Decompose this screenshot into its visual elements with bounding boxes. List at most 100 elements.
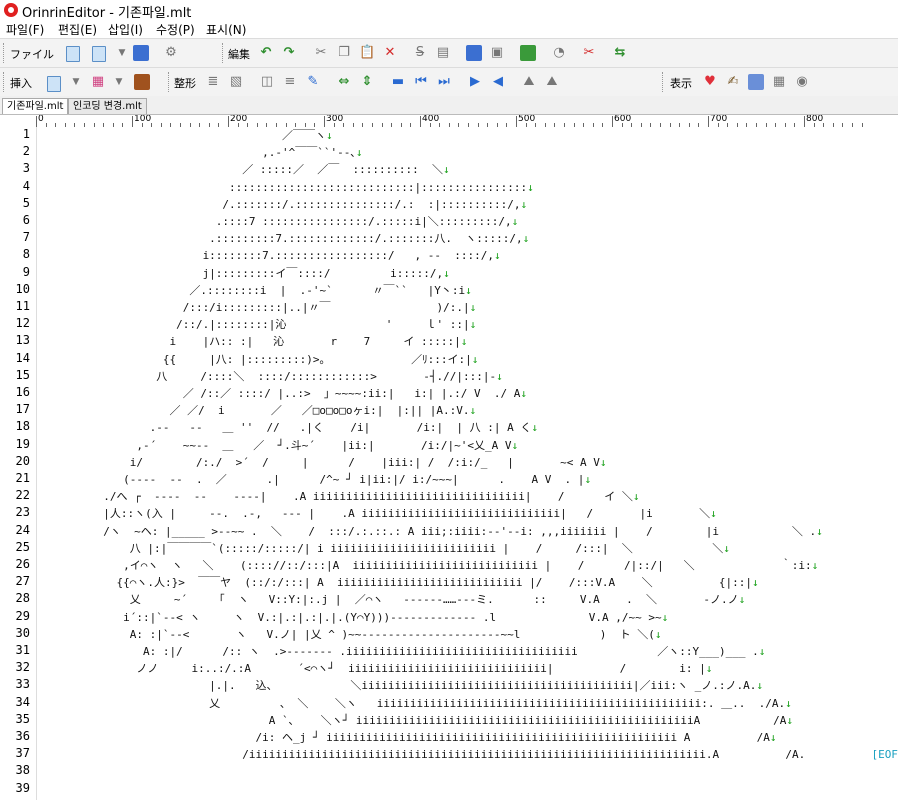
text-line[interactable]: ,-´ ~~‐- ＿ ／ ┘.斗~´ |ii:| /i:/|~'<乂_A V↓ xyxy=(37,437,518,454)
color-grid-icon[interactable]: ▦ xyxy=(90,74,106,90)
text-line[interactable]: A `､ ＼ヽ┘ iiiiiiiiiiiiiiiiiiiiiiiiiiiiiii… xyxy=(37,712,793,729)
text-line[interactable]: ／.::::::::i | .-'~` 〃￣`` |Y丶:i↓ xyxy=(37,282,471,299)
cube-icon[interactable]: ▣ xyxy=(489,45,505,61)
redo-icon[interactable]: ↷ xyxy=(281,45,297,61)
strikethrough-icon[interactable]: S xyxy=(412,45,428,61)
select-all-icon[interactable] xyxy=(466,45,482,61)
text-line[interactable]: ／ ／/ i ／ ／□o□o□oヶi:| |:|| |A.:V.↓ xyxy=(37,402,476,419)
insert-page-icon[interactable] xyxy=(47,76,61,92)
ascii-art-editor[interactable]: ／￣￣ヽ↓ ,.‐'^￣￣``'‐-､↓ ／ :::::／ ／￣ :::::::… xyxy=(37,127,898,800)
vertical-arrows-icon[interactable]: ⇕ xyxy=(359,74,375,90)
text-line[interactable]: i |ハ:: :| 沁 r 7 イ :::::|↓ xyxy=(37,333,467,350)
line-number: 23 xyxy=(15,505,30,520)
text-line[interactable]: ／￣￣ヽ↓ xyxy=(37,127,333,144)
line-text: (‐-‐- ‐- . ／ .| /^~ ┘ i|ii:|/ i:/~~~| . … xyxy=(37,473,585,486)
paste-icon[interactable]: 📋 xyxy=(359,45,375,61)
transfer-icon[interactable]: ⇆ xyxy=(612,45,628,61)
justify-icon[interactable]: ≡ xyxy=(282,74,298,90)
line-text: A `､ ＼ヽ┘ iiiiiiiiiiiiiiiiiiiiiiiiiiiiiii… xyxy=(37,713,787,727)
play-right-icon[interactable]: ▶ xyxy=(467,74,483,90)
toolbar-grip[interactable] xyxy=(3,72,7,92)
new-file-icon[interactable] xyxy=(66,46,80,62)
window-icon[interactable] xyxy=(748,74,764,90)
text-line[interactable]: {{⌒ヽ.人:}> ￣￣ヤ (::/:/:::| A iiiiiiiiiiiii… xyxy=(37,574,758,591)
line-number: 19 xyxy=(15,436,30,451)
play-left-icon[interactable]: ◀ xyxy=(490,74,506,90)
frame-icon[interactable]: ▧ xyxy=(228,74,244,90)
text-line[interactable]: i::::::::7.:::::::::::::::::/ , ‐- ::::/… xyxy=(37,247,501,264)
line-number: 36 xyxy=(15,729,30,743)
text-line[interactable]: 乂 、 ＼ ＼ヽ iiiiiiiiiiiiiiiiiiiiiiiiiiiiiii… xyxy=(37,695,792,712)
text-line[interactable]: ／ /::／ ::::/ |..:> 」~~~~:ii:| i:| |.:/ V… xyxy=(37,385,527,402)
prev-icon[interactable]: ⏮ xyxy=(413,74,429,90)
text-line[interactable]: /::/.|::::::::|沁 ' ｌ' ::|↓ xyxy=(37,316,476,333)
toolbar-grip[interactable] xyxy=(222,43,226,63)
text-line[interactable]: 乂 ~´ 「 ヽ V::Y:|:.j | ／⌒ヽ ‐-‐-‐-……‐‐‐ミ. :… xyxy=(37,591,746,608)
menu-file[interactable]: 파일(F) xyxy=(6,21,44,38)
text-line[interactable]: /i: ヘ_j ┘ iiiiiiiiiiiiiiiiiiiiiiiiiiiiii… xyxy=(37,729,777,746)
text-line[interactable]: i/ /:./ >´ / | / |iii:| / /:i:/_ | ~< A … xyxy=(37,454,607,471)
line-text: ／ /::／ ::::/ |..:> 」~~~~:ii:| i:| |.:/ V… xyxy=(37,387,521,400)
text-line[interactable]: 八 /::::＼ ::::/::::::::::::> ‐┤.//|:::|-↓ xyxy=(37,368,503,385)
line-number: 1 xyxy=(22,127,30,141)
text-line[interactable]: A: :|`‐-< ヽ V.ノ| |乂 ^ )~~‐‐‐‐‐‐‐‐‐‐‐‐‐‐‐… xyxy=(37,626,662,643)
heart-icon[interactable]: ♥ xyxy=(702,74,718,90)
next-icon[interactable]: ⏭ xyxy=(436,74,452,90)
copy-icon[interactable]: ❐ xyxy=(336,45,352,61)
notes-icon[interactable]: ✍ xyxy=(725,74,741,90)
text-line[interactable]: ::::::::::::::::::::::::::::|:::::::::::… xyxy=(37,179,534,196)
insert-dropdown-icon[interactable]: ▼ xyxy=(68,74,84,90)
refresh-icon[interactable]: ◔ xyxy=(551,45,567,61)
text-line[interactable]: .-‐ ‐‐ ＿ '' // .|く /i| /i:| | 八 :| A く↓ xyxy=(37,419,538,436)
text-line[interactable]: /:::/i:::::::::|..|〃￣ )/:.|↓ xyxy=(37,299,477,316)
menu-modify[interactable]: 수정(P) xyxy=(156,21,195,38)
text-line[interactable]: ,.‐'^￣￣``'‐-､↓ xyxy=(37,144,362,161)
text-line[interactable]: 八 |:|￣￣￣￣`(:::::/:::::/| i iiiiiiiiiiiii… xyxy=(37,540,730,557)
open-dropdown-icon[interactable]: ▼ xyxy=(114,45,130,61)
horizontal-arrows-icon[interactable]: ⇔ xyxy=(336,74,352,90)
menu-edit[interactable]: 편집(E) xyxy=(58,21,97,38)
text-line[interactable]: .::::7 ::::::::::::::::/.:::::i|＼:::::::… xyxy=(37,213,518,230)
tab-encoding-change[interactable]: 인코딩 변경.mlt xyxy=(68,98,147,114)
toolbar-grip[interactable] xyxy=(168,72,172,92)
text-line[interactable]: .:::::::::7.:::::::::::::/.:::::::八. ヽ::… xyxy=(37,230,529,247)
document-icon[interactable]: ▤ xyxy=(435,45,451,61)
text-line[interactable]: /ヽ ~ヘ: |_____ >‐-~~ . ＼ / :::/.:.::.: A … xyxy=(37,523,823,540)
text-line[interactable]: {{ |八: |:::::::::)>｡ ／ﾘ:::イ:|↓ xyxy=(37,351,479,368)
toolbar-grip[interactable] xyxy=(3,43,7,63)
delete-icon[interactable]: ✕ xyxy=(382,45,398,61)
text-line[interactable]: i´::|`‐-< ヽ ヽ V.:|.:|.:|.|.(Y⌒Y)))‐‐‐‐‐‐… xyxy=(37,609,668,626)
text-line[interactable]: |.|. 込、 ＼iiiiiiiiiiiiiiiiiiiiiiiiiiiiiii… xyxy=(37,677,763,694)
save-icon[interactable] xyxy=(133,45,149,61)
triangle-icon[interactable]: ⛰ xyxy=(521,74,537,90)
text-line[interactable]: A: :|/ /:: ヽ .>‐-‐-‐-‐ .iiiiiiiiiiiiiiii… xyxy=(37,643,765,660)
text-line[interactable]: /iiiiiiiiiiiiiiiiiiiiiiiiiiiiiiiiiiiiiii… xyxy=(37,746,898,763)
text-line[interactable]: ,イ⌒ヽ ヽ ＼ (:::://::/:::|A iiiiiiiiiiiiiii… xyxy=(37,557,818,574)
table-icon[interactable]: ▦ xyxy=(771,74,787,90)
text-line[interactable]: ./へ ┌ ‐-‐- ‐- ‐-‐-| .A iiiiiiiiiiiiiiiii… xyxy=(37,488,639,505)
align-icon[interactable]: ≣ xyxy=(205,74,221,90)
text-line[interactable]: (‐-‐- ‐- . ／ .| /^~ ┘ i|ii:|/ i:/~~~| . … xyxy=(37,471,591,488)
text-line[interactable]: /.:::::::/.:::::::::::::::/.: :|::::::::… xyxy=(37,196,527,213)
triangle-alt-icon[interactable]: ⛰ xyxy=(544,74,560,90)
bar-icon[interactable]: ▬ xyxy=(390,74,406,90)
scissors-icon[interactable]: ✂ xyxy=(581,45,597,61)
text-line[interactable]: ノノ i:..:/.:A ´<⌒ヽ┘ iiiiiiiiiiiiiiiiiiiii… xyxy=(37,660,712,677)
text-line[interactable]: ／ :::::／ ／￣ :::::::::: ＼↓ xyxy=(37,161,449,178)
open-file-icon[interactable] xyxy=(92,46,106,62)
text-line[interactable]: |人::ヽ(入 | ‐-. .-, ‐-‐ | .A iiiiiiiiiiiii… xyxy=(37,505,717,522)
tab-existing-file[interactable]: 기존파일.mlt xyxy=(2,98,69,114)
layout-icon[interactable]: ◫ xyxy=(259,74,275,90)
eye-icon[interactable]: ◉ xyxy=(794,74,810,90)
menu-view[interactable]: 표시(N) xyxy=(206,21,246,38)
undo-icon[interactable]: ↶ xyxy=(258,45,274,61)
toolbar-grip[interactable] xyxy=(662,72,666,92)
text-line[interactable]: j|:::::::::イ￣::::/ i:::::/,↓ xyxy=(37,265,450,282)
color-dropdown-icon[interactable]: ▼ xyxy=(111,74,127,90)
cut-icon[interactable]: ✂ xyxy=(313,45,329,61)
settings-gear-icon[interactable]: ⚙ xyxy=(163,45,179,61)
green-block-icon[interactable] xyxy=(520,45,536,61)
pencil-icon[interactable]: ✎ xyxy=(305,74,321,90)
menu-insert[interactable]: 삽입(I) xyxy=(108,21,143,38)
box-icon[interactable] xyxy=(134,74,150,90)
